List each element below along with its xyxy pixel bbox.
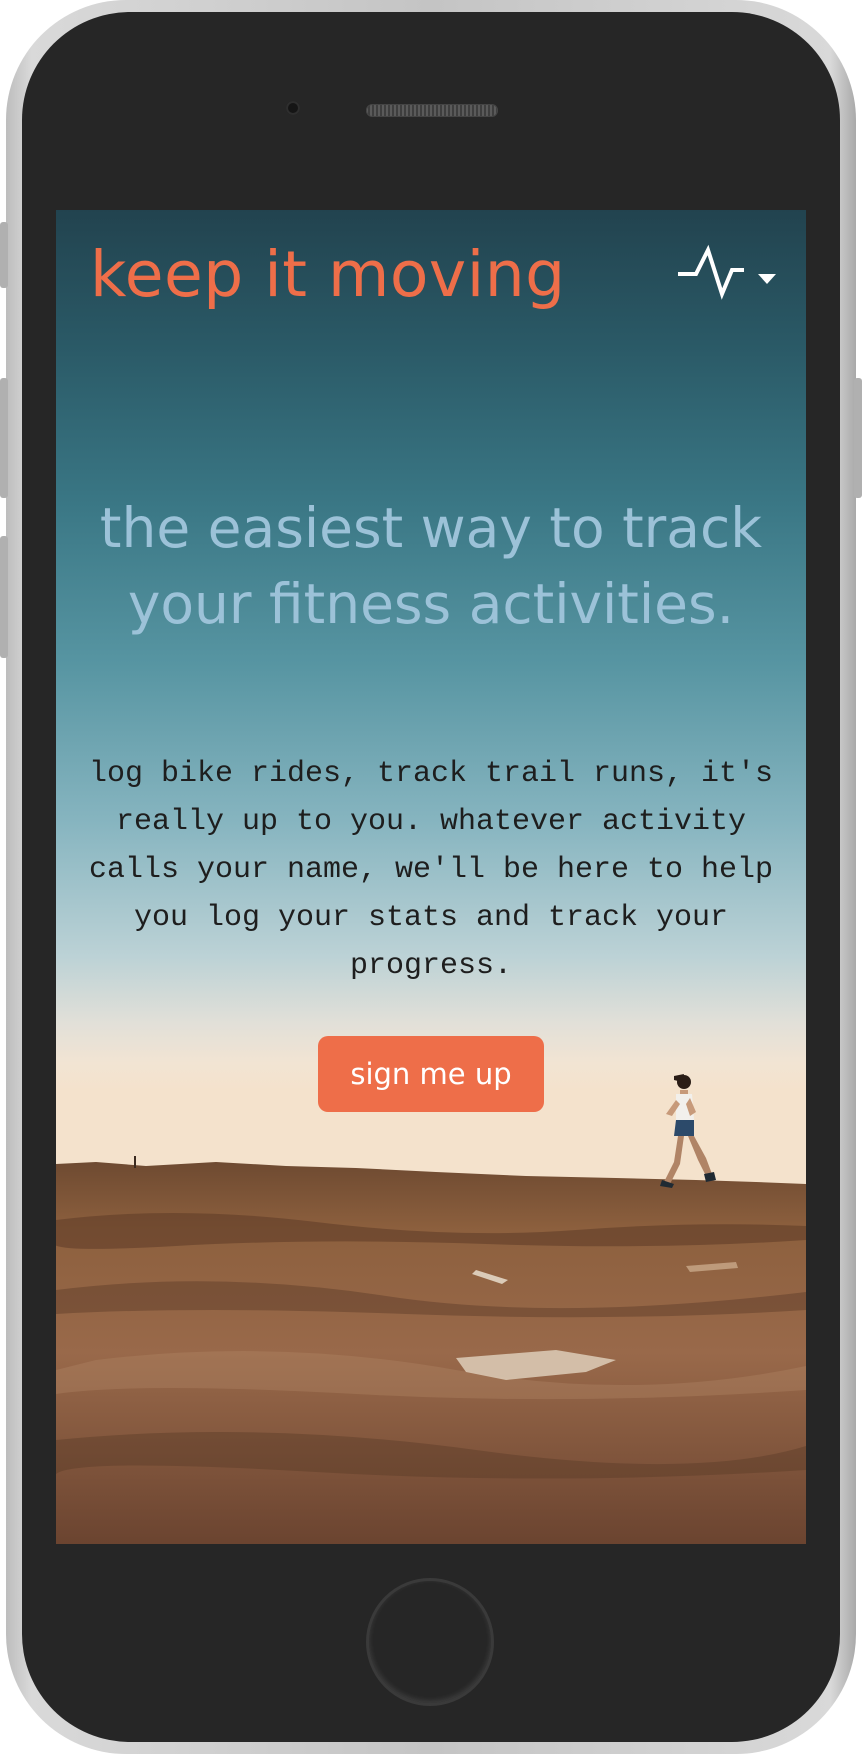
sign-up-button[interactable]: sign me up: [318, 1036, 544, 1112]
device-mockup: keep it moving the easiest way to track …: [0, 0, 862, 1754]
volume-down-button: [0, 536, 8, 658]
brand-title[interactable]: keep it moving: [90, 236, 566, 314]
silent-switch: [0, 222, 8, 288]
app-screen: keep it moving the easiest way to track …: [56, 210, 806, 1544]
hero-heading: the easiest way to track your fitness ac…: [99, 496, 763, 636]
volume-up-button: [0, 378, 8, 498]
earpiece-speaker: [366, 104, 498, 117]
power-button: [854, 378, 862, 498]
hero-description: log bike rides, track trail runs, it's r…: [88, 757, 774, 983]
activity-menu-toggle[interactable]: [676, 244, 784, 304]
caret-down-icon: [758, 274, 776, 284]
home-button[interactable]: [366, 1578, 494, 1706]
activity-pulse-icon: [678, 244, 744, 300]
front-camera: [286, 101, 300, 115]
top-nav: keep it moving: [56, 210, 806, 350]
runner-figure: [660, 1074, 716, 1188]
